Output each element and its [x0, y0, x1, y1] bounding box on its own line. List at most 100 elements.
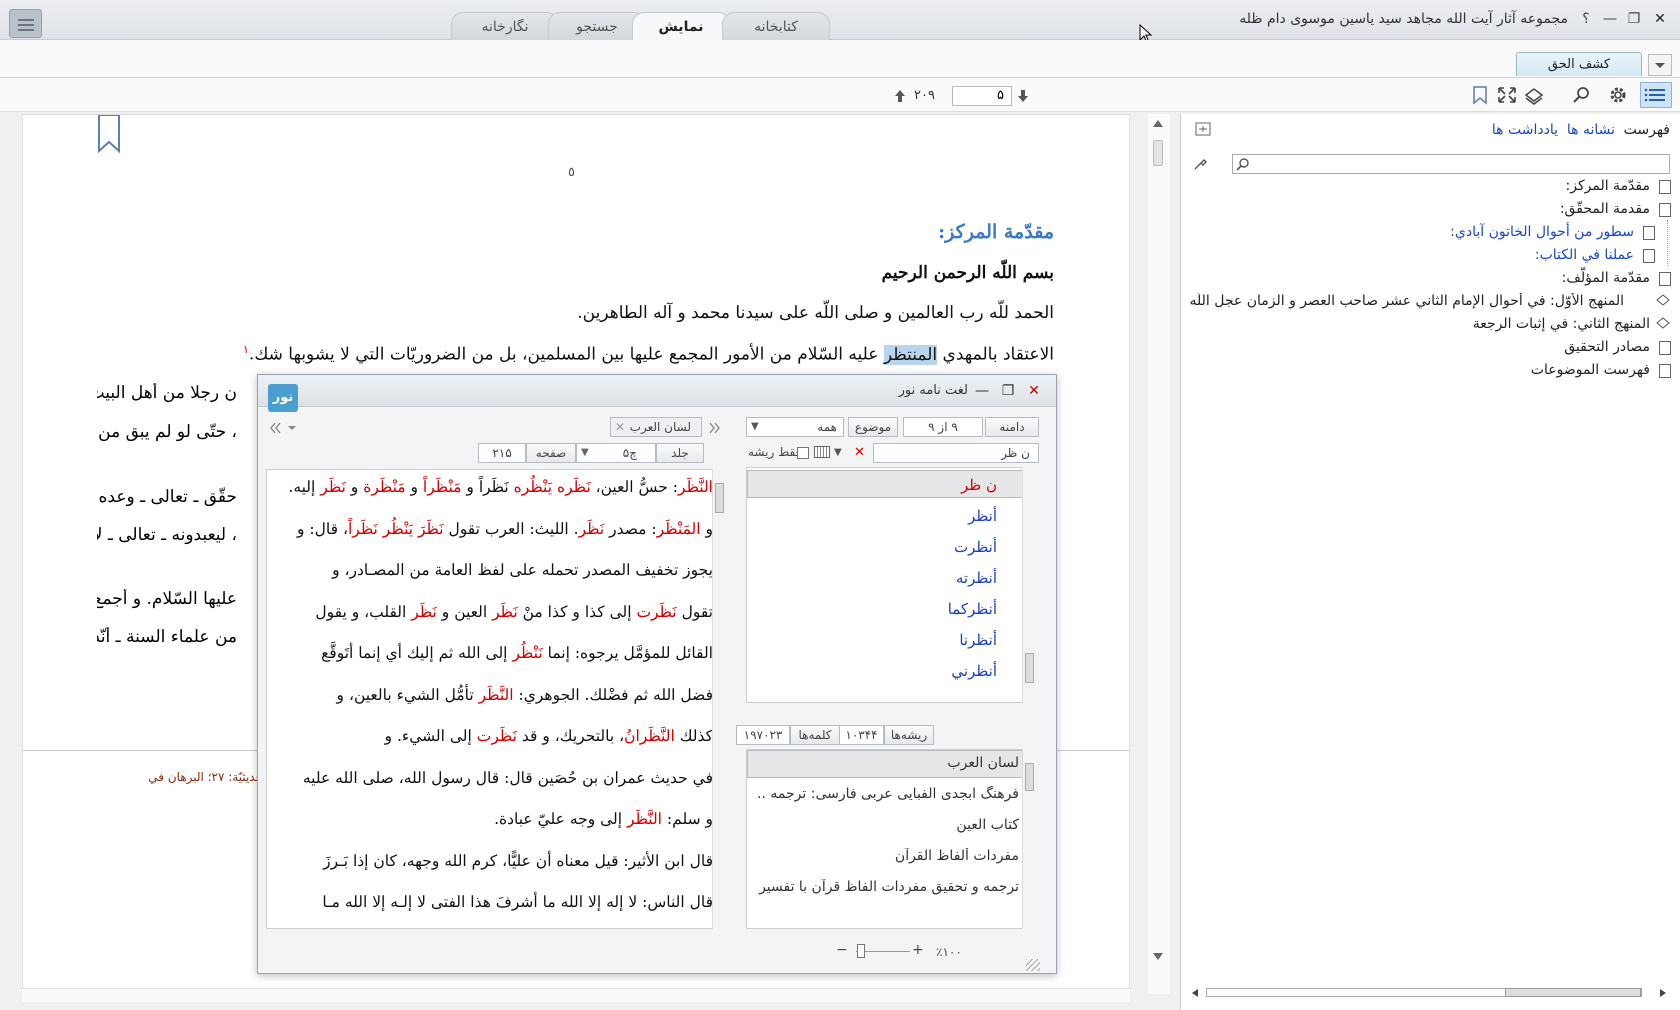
dictionary-list-item[interactable]: لسان العرب — [947, 755, 1019, 771]
dictionary-list-item[interactable]: فرهنگ ابجدی الفبایی عربی فارسی: ترجمه ..… — [757, 786, 1019, 802]
root-only-checkbox[interactable] — [797, 447, 809, 459]
dictionary-list-item[interactable]: ترجمه و تحقيق مفردات الفاظ قرآن با تفسير… — [757, 879, 1019, 895]
tab-view[interactable]: نمایش — [632, 12, 730, 41]
close-button[interactable]: ✕ — [1650, 9, 1670, 29]
dictionary-list-scrollbar[interactable] — [1022, 749, 1036, 929]
book-tabs-dropdown[interactable] — [1648, 54, 1672, 76]
definition-line: و سلم: النَّظَر إلى وجه عليّ عبادة. — [494, 810, 713, 828]
toc-item[interactable]: مقدّمة المؤلّف: — [1562, 270, 1650, 286]
resize-grip-icon[interactable] — [1026, 959, 1040, 971]
dictionary-field[interactable]: لسان العرب ✕ — [610, 417, 702, 437]
menu-line — [18, 19, 34, 21]
toc-subitem[interactable]: سطور من أحوال الخاتون آبادي: — [1450, 224, 1634, 240]
toc-item[interactable]: مقدمة المحقّق: — [1560, 201, 1650, 217]
open-book-icon[interactable] — [1659, 203, 1671, 217]
word-list-item[interactable]: أنظر — [968, 507, 997, 525]
clear-icon[interactable]: ✕ — [615, 418, 625, 436]
menu-line — [18, 24, 34, 26]
text-span: العين و — [436, 602, 493, 621]
toc-horizontal-scrollbar[interactable] — [1190, 986, 1670, 1000]
dialog-maximize-button[interactable]: ❐ — [998, 381, 1018, 401]
text-span: ، بالتحريك، و قد — [516, 727, 625, 745]
fullscreen-icon[interactable] — [1495, 84, 1519, 106]
headword-highlight: يَنْظُر — [382, 519, 414, 538]
tab-bookmarks[interactable]: نشانه ها — [1567, 122, 1615, 138]
layers-icon[interactable] — [1655, 293, 1671, 307]
paragraph-fragment: حقّق ـ تعالى ـ وعده — [98, 487, 237, 507]
toc-item[interactable]: فهرست الموضوعات — [1531, 362, 1650, 378]
layers-icon[interactable] — [1522, 84, 1546, 106]
dialog-minimize-button[interactable]: — — [972, 381, 992, 401]
minimize-button[interactable]: — — [1600, 9, 1620, 29]
panel-dock-icon[interactable] — [1195, 122, 1211, 136]
tab-toc[interactable]: فهرست — [1624, 122, 1670, 138]
toc-item[interactable]: المنهج الثاني: في إثبات الرجعة — [1473, 316, 1650, 332]
dialog-close-button[interactable]: ✕ — [1024, 381, 1044, 401]
word-search-input[interactable]: ن ظر — [873, 443, 1039, 463]
zoom-slider-thumb[interactable] — [857, 944, 865, 958]
chevron-down-icon[interactable] — [284, 419, 300, 437]
restore-button[interactable]: ❐ — [1624, 9, 1644, 29]
word-list-item[interactable]: أنظرنا — [959, 631, 997, 649]
scroll-thumb[interactable] — [1025, 763, 1034, 791]
scroll-thumb[interactable] — [715, 483, 724, 513]
toc-item[interactable]: المنهج الأوّل: في أحوال الإمام الثاني عش… — [1190, 293, 1624, 309]
double-chevron-right-icon[interactable] — [704, 419, 724, 437]
double-chevron-left-icon[interactable] — [266, 419, 286, 437]
scroll-right-icon[interactable] — [1658, 988, 1668, 998]
zoom-out-button[interactable]: − — [836, 942, 848, 958]
page-number-input[interactable]: ۵ — [952, 86, 1012, 106]
main-menu-button[interactable] — [9, 9, 42, 38]
scroll-up-icon[interactable] — [1152, 118, 1164, 128]
scroll-thumb[interactable] — [1025, 653, 1034, 683]
bookmark-ribbon-icon[interactable] — [97, 115, 121, 155]
volume-select[interactable]: چ۵ ▼ — [576, 443, 656, 463]
gear-icon[interactable] — [1606, 84, 1630, 106]
highlighted-word[interactable]: المنتظر — [883, 344, 938, 365]
scroll-down-icon[interactable] — [1152, 952, 1164, 962]
toc-toggle-button[interactable] — [1640, 82, 1672, 108]
tab-notes[interactable]: یادداشت ها — [1492, 122, 1558, 138]
definition-line: فضل الله ثم فضْلك. الجوهري: النَّظَر تأم… — [337, 686, 713, 704]
headword-highlight: مَنْظَرة — [363, 478, 406, 496]
scope-button[interactable]: دامنه — [985, 417, 1039, 437]
scroll-left-icon[interactable] — [1190, 988, 1200, 998]
topic-select[interactable]: همه ▼ — [746, 417, 844, 437]
toc-item[interactable]: مقدّمة المركز: — [1566, 178, 1650, 194]
word-list-item[interactable]: أنظرته — [956, 569, 997, 587]
word-list-scrollbar[interactable] — [1022, 467, 1036, 703]
toc-item[interactable]: مصادر التحقيق — [1564, 339, 1650, 355]
chevron-down-icon[interactable]: ▼ — [834, 447, 842, 458]
text-span: يجوز تخفيف المصدر تحمله على لفظ العامة م… — [332, 561, 713, 579]
help-button[interactable]: ؟ — [1576, 9, 1596, 29]
scroll-thumb[interactable] — [1153, 140, 1163, 166]
text-span: القائل للمؤمَّل يرجوه: إنما — [542, 644, 713, 662]
book-tab-kashf-al-haq[interactable]: كشف الحق — [1516, 52, 1642, 76]
bookmark-icon[interactable] — [1468, 84, 1492, 106]
dictionary-list-item[interactable]: مفردات ألفاظ القرآن — [895, 848, 1019, 864]
word-list-item[interactable]: ن ظر — [961, 476, 997, 494]
filter-tool-icon[interactable] — [1192, 157, 1208, 171]
definition-scrollbar[interactable] — [712, 469, 726, 929]
clear-search-icon[interactable]: ✕ — [854, 445, 865, 460]
dictionary-list-item[interactable]: كتاب العين — [956, 817, 1019, 833]
toc-search-input[interactable] — [1232, 154, 1670, 174]
page-value[interactable]: ۲۱۵ — [478, 443, 526, 463]
toc-subitem[interactable]: عملنا في الكتاب: — [1535, 247, 1634, 263]
headword-highlight: نَظَرَ — [418, 519, 444, 538]
tab-library[interactable]: کتابخانه — [722, 12, 830, 40]
word-list-item[interactable]: أنظرت — [954, 538, 997, 556]
page-scrollbar[interactable] — [1148, 114, 1170, 994]
arrow-down-icon[interactable] — [1016, 88, 1030, 104]
scroll-thumb[interactable] — [1505, 988, 1641, 997]
word-list-item[interactable]: أنظرني — [951, 662, 997, 680]
layers-icon[interactable] — [1655, 316, 1671, 330]
word-list-item[interactable]: أنظركما — [948, 600, 997, 618]
title-bar: نگارخانه جستجو نمایش کتابخانه مجموعه آثا… — [0, 0, 1680, 44]
search-icon[interactable] — [1570, 84, 1594, 106]
arrow-up-icon[interactable] — [893, 88, 907, 104]
topic-button[interactable]: موضوع — [848, 417, 898, 437]
keyboard-icon[interactable] — [814, 446, 830, 458]
zoom-in-button[interactable]: + — [912, 942, 924, 958]
tab-gallery[interactable]: نگارخانه — [451, 12, 559, 40]
